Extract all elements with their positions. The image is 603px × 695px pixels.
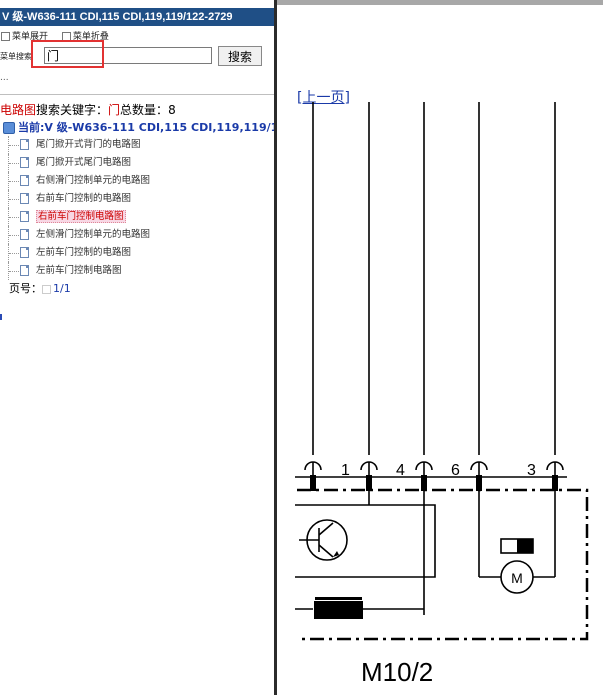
resistor-element [314,601,363,619]
current-model-label: 当前:V 级-W636-111 CDI,115 CDI,119,119/122-… [18,121,274,134]
tree-item-label[interactable]: 左前车门控制的电路图 [36,247,131,258]
search-result-summary: 电路图搜索关键字：门总数量：8 [0,101,176,118]
component-label: M10/2 [361,657,433,687]
result-tree: 尾门掀开式背门的电路图 尾门掀开式尾门电路图右侧滑门控制单元的电路图 右前车门控制的… [8,136,150,280]
tree-item-label[interactable]: 尾门掀开式尾门电路图 [36,157,131,168]
current-model[interactable]: 当前:V 级-W636-111 CDI,115 CDI,119,119/122-… [3,119,274,135]
collapse-checkbox[interactable] [61,32,71,41]
tree-item[interactable]: 左侧滑门控制单元的电路图 [8,226,150,244]
document-icon [20,175,29,186]
wiring-diagram: 1 4 6 3 M M10/2 [295,102,589,687]
tree-item[interactable]: 右前车门控制电路图 [8,208,150,226]
menu-toggle-row: 菜单展开 菜单折叠 [0,29,119,43]
tree-item-label[interactable]: 右前车门控制电路图 [36,210,126,223]
tree-item[interactable]: 左前车门控制电路图 [8,262,150,280]
pager-box [42,284,51,294]
document-icon [20,211,29,222]
result-category: 电路图 [0,103,37,117]
keyword-label: 搜索关键字： [36,103,109,117]
pager-value[interactable]: 1/1 [53,282,71,295]
tree-item[interactable]: 左前车门控制的电路图 [8,244,150,262]
tree-item[interactable]: 尾门掀开式尾门电路图 [8,154,150,172]
panel-title-bar: V 级-W636-111 CDI,115 CDI,119,119/122-272… [0,8,274,26]
tree-item-label[interactable]: 右侧滑门控制单元的电路图 [36,175,150,186]
count-label: 总数量： [120,103,169,117]
tree-item-label[interactable]: 尾门掀开式背门的电路图 [36,139,141,150]
switch-icon [517,539,533,553]
tree-item[interactable]: 右侧滑门控制单元的电路图 [8,172,150,190]
tree-item-label[interactable]: 左前车门控制电路图 [36,265,122,276]
search-label: 菜单搜索 [0,52,32,61]
divider [0,94,274,95]
search-input[interactable] [44,47,212,64]
pager-label: 页号： [9,282,42,295]
pager: 页号： 1/1 [9,280,71,296]
panel-title: V 级-W636-111 CDI,115 CDI,119,119/122-272… [2,11,233,23]
tree-item-label[interactable]: 右前车门控制的电路图 [36,193,131,204]
document-icon [20,193,29,204]
computer-icon [3,122,15,134]
diagram-panel: [上一页] 1 4 6 3 M M10/2 [277,5,603,695]
pin-label-4: 3 [527,462,536,479]
tree-item[interactable]: 尾门掀开式背门的电路图 [8,136,150,154]
pin-label-2: 4 [396,462,405,479]
tree-item[interactable]: 右前车门控制的电路图 [8,190,150,208]
document-icon [20,247,29,258]
ellipsis-text: ... [0,73,9,83]
motor-label: M [511,570,523,586]
document-icon [20,229,29,240]
menu-collapse-link[interactable]: 菜单折叠 [73,32,109,42]
search-button[interactable]: 搜索 [218,46,262,66]
scroll-marker [0,314,2,320]
tree-item-label[interactable]: 左侧滑门控制单元的电路图 [36,229,150,240]
document-icon [20,265,29,276]
pin-label-3: 6 [451,462,460,479]
expand-checkbox[interactable] [1,32,10,41]
left-panel: V 级-W636-111 CDI,115 CDI,119,119/122-272… [0,0,274,695]
document-icon [20,157,29,168]
menu-expand-link[interactable]: 菜单展开 [12,32,48,42]
result-keyword: 门 [108,103,121,117]
driver-block [295,504,436,578]
document-icon [20,139,29,150]
result-count: 8 [168,103,176,117]
search-row: 菜单搜索 搜索 [0,40,274,68]
pin-label-1: 1 [341,462,350,479]
